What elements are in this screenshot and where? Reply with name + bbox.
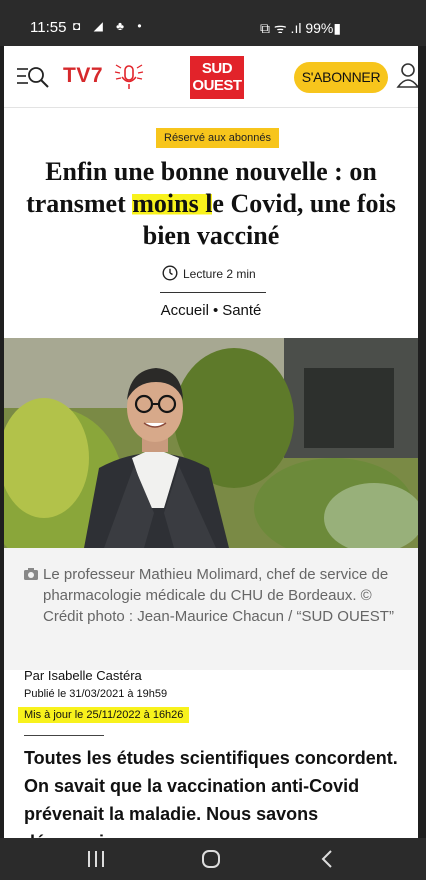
status-time: 11:55 <box>30 19 67 36</box>
microphone-icon[interactable] <box>112 60 146 94</box>
author-byline[interactable]: Par Isabelle Castéra <box>24 668 142 683</box>
search-icon[interactable] <box>16 65 50 89</box>
article-lead: Toutes les études scientifiques concorde… <box>24 748 398 838</box>
caption-text: Le professeur Mathieu Molimard, chef de … <box>43 566 394 625</box>
divider <box>160 292 266 293</box>
published-date: Publié le 31/03/2021 à 19h59 <box>24 688 168 700</box>
camera-icon <box>24 568 38 580</box>
sudouest-logo[interactable]: SUD OUEST <box>190 56 244 99</box>
status-system-icons: ⧉ ᯤ .ıl 99%▮ <box>260 20 342 36</box>
logo-line-2: OUEST <box>192 77 242 94</box>
title-highlight: moins l <box>132 189 213 218</box>
tv7-logo[interactable]: TV7 <box>63 64 103 88</box>
divider <box>24 735 104 736</box>
back-icon[interactable] <box>320 849 334 869</box>
breadcrumb: Accueil • Santé <box>4 302 418 319</box>
breadcrumb-section[interactable]: Santé <box>222 302 261 319</box>
subscribe-button[interactable]: S'ABONNER <box>294 62 388 93</box>
reading-time: Lecture 2 min <box>162 264 256 284</box>
site-header: TV7 SUD OUEST S'ABONNER <box>4 46 418 108</box>
recents-icon[interactable] <box>86 848 106 870</box>
notification-icons: ◘ ◢ ♣ • <box>73 19 147 33</box>
status-bar: 11:55 ◘ ◢ ♣ • ⧉ ᯤ .ıl 99%▮ <box>0 0 426 46</box>
home-icon[interactable] <box>201 849 221 869</box>
logo-line-1: SUD <box>201 60 233 77</box>
system-nav-bar <box>0 838 426 880</box>
article-photo[interactable] <box>4 338 418 548</box>
clock-icon <box>162 265 178 281</box>
article-page: TV7 SUD OUEST S'ABONNER Réservé aux abon… <box>4 46 418 838</box>
breadcrumb-separator: • <box>212 302 219 319</box>
article-title: Enfin une bonne nouvelle : on transmet m… <box>18 156 404 252</box>
user-icon[interactable] <box>396 62 418 90</box>
photo-caption: Le professeur Mathieu Molimard, chef de … <box>4 548 418 670</box>
reading-time-label: Lecture 2 min <box>183 267 256 281</box>
subscriber-badge: Réservé aux abonnés <box>156 128 280 148</box>
updated-date: Mis à jour le 25/11/2022 à 16h26 <box>18 707 190 723</box>
breadcrumb-home[interactable]: Accueil <box>161 302 209 319</box>
